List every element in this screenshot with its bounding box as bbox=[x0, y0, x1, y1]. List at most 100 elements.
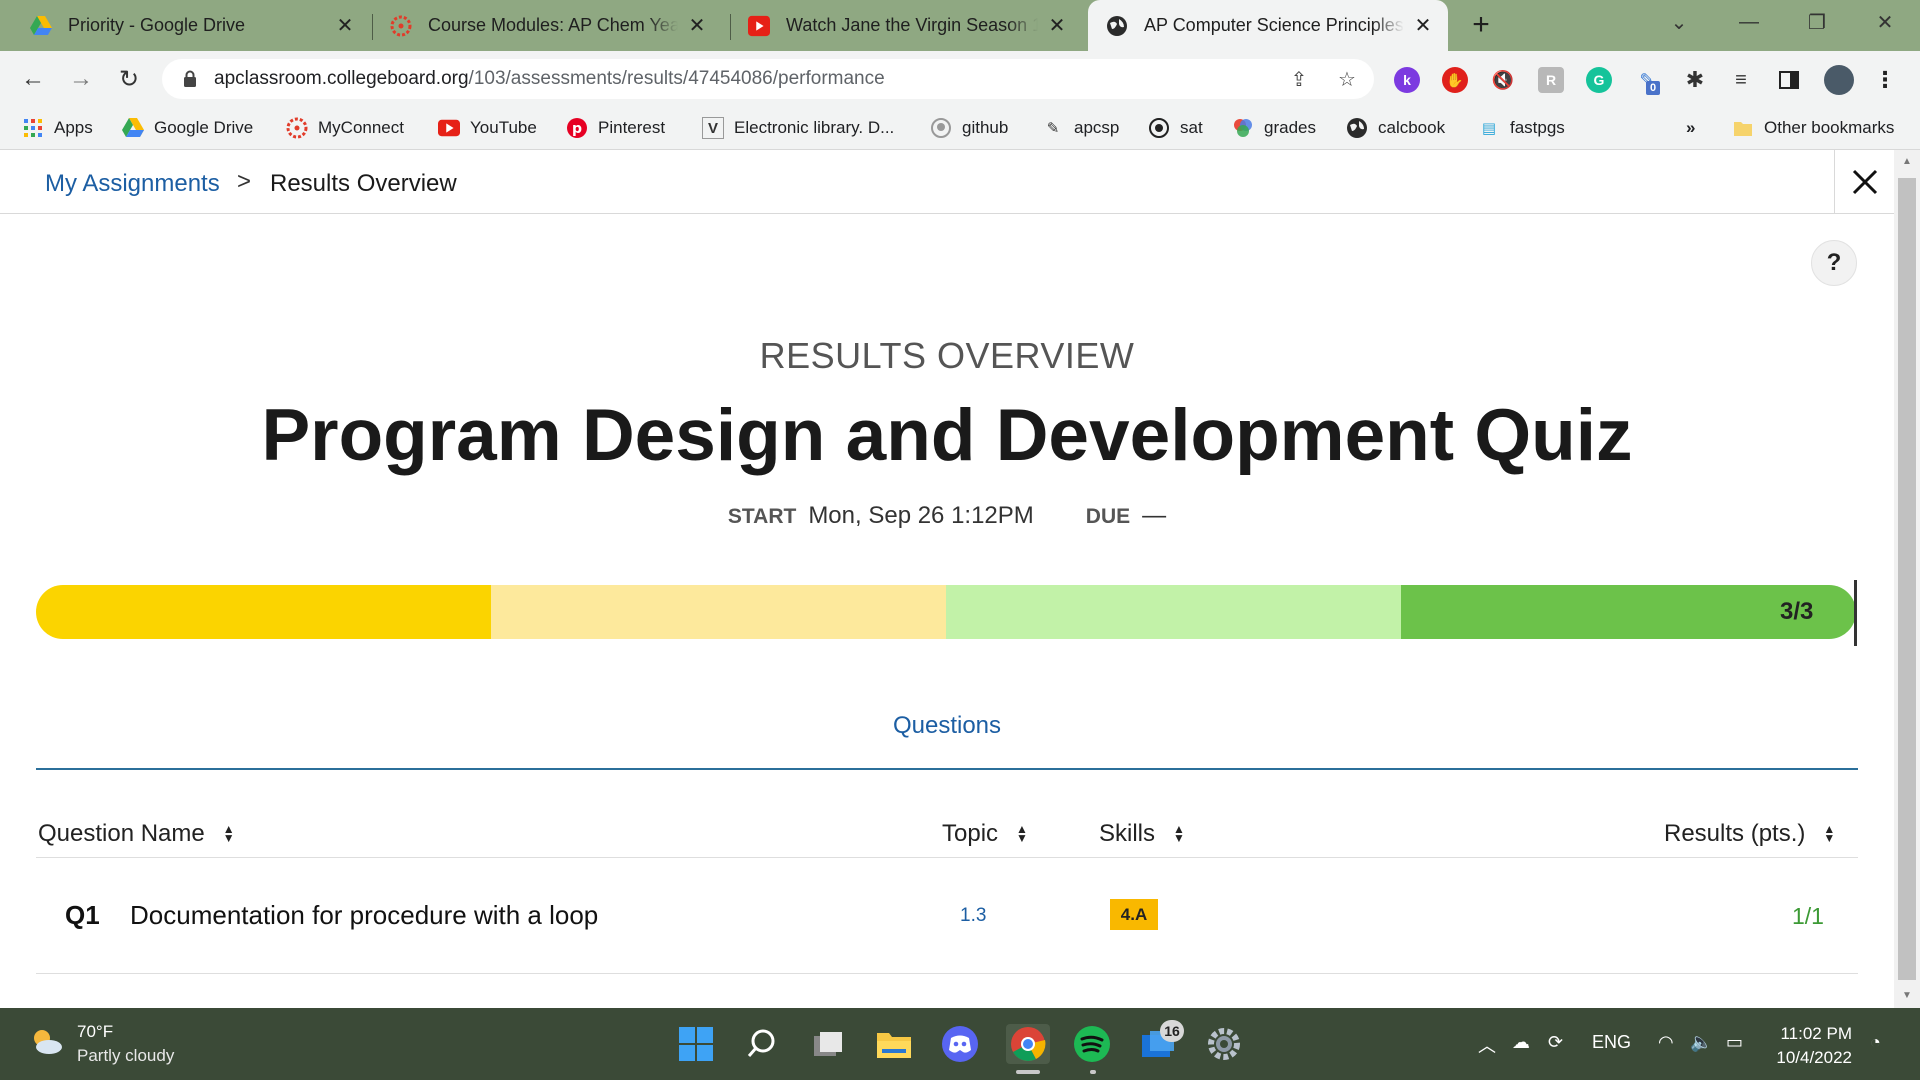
tab-ap-chem[interactable]: Course Modules: AP Chem Yearlong ✕ bbox=[360, 0, 722, 51]
bookmark-youtube[interactable]: YouTube bbox=[438, 115, 537, 141]
svg-text:p: p bbox=[572, 121, 582, 137]
sync-icon[interactable]: ⟳ bbox=[1548, 1032, 1563, 1053]
rewind-extension-icon[interactable]: R bbox=[1538, 67, 1564, 93]
clock-time: 11:02 PM bbox=[1780, 1024, 1852, 1043]
file-explorer-icon[interactable] bbox=[874, 1024, 914, 1064]
battery-icon[interactable]: ▭ bbox=[1726, 1032, 1743, 1053]
system-clock[interactable]: 11:02 PM 10/4/2022 bbox=[1770, 1022, 1852, 1070]
scroll-up-icon[interactable]: ▲ bbox=[1894, 156, 1920, 167]
spotify-icon[interactable] bbox=[1072, 1024, 1112, 1064]
sort-icon[interactable]: ▲ ▼ bbox=[223, 823, 235, 844]
column-header-topic[interactable]: Topic ▲ ▼ bbox=[942, 820, 1028, 848]
tray-overflow-icon[interactable]: ︿ bbox=[1478, 1032, 1496, 1058]
column-header-question-name[interactable]: Question Name ▲ ▼ bbox=[38, 820, 235, 848]
task-view-icon[interactable] bbox=[808, 1024, 848, 1064]
bookmark-label: fastpgs bbox=[1510, 118, 1565, 137]
discord-icon[interactable] bbox=[940, 1024, 980, 1064]
bookmark-apps[interactable]: Apps bbox=[22, 115, 93, 141]
sort-icon[interactable]: ▲ ▼ bbox=[1173, 823, 1185, 844]
chrome-icon[interactable] bbox=[1006, 1024, 1050, 1064]
sort-icon[interactable]: ▲ ▼ bbox=[1016, 823, 1028, 844]
settings-gear-icon[interactable] bbox=[1204, 1024, 1244, 1064]
back-arrow-icon[interactable]: ← bbox=[16, 62, 50, 96]
github-icon bbox=[930, 117, 952, 139]
page-scrollbar[interactable]: ▲ ▼ bbox=[1894, 150, 1920, 1008]
column-header-skills[interactable]: Skills ▲ ▼ bbox=[1099, 820, 1185, 848]
bookmark-github[interactable]: github bbox=[930, 115, 1008, 141]
windows-taskbar: 70°F Partly cloudy 16 ︿ ☁ ⟳ ENG ◠ 🔈 ▭ 11… bbox=[0, 1008, 1920, 1080]
mute-tab-extension-icon[interactable]: 🔇 bbox=[1490, 67, 1516, 93]
breadcrumb: My Assignments > Results Overview bbox=[0, 150, 1894, 214]
column-header-results[interactable]: Results (pts.) ▲ ▼ bbox=[1664, 820, 1835, 848]
reading-list-icon[interactable]: ≡ bbox=[1728, 67, 1754, 93]
help-button[interactable]: ? bbox=[1811, 240, 1857, 286]
tab-jane-the-virgin[interactable]: Watch Jane the Virgin Season 1 Episode ✕ bbox=[718, 0, 1082, 51]
bookmark-label: MyConnect bbox=[318, 118, 404, 137]
kami-extension-icon[interactable]: k bbox=[1394, 67, 1420, 93]
onedrive-cloud-icon[interactable]: ☁ bbox=[1512, 1032, 1530, 1053]
volume-icon[interactable]: 🔈 bbox=[1690, 1032, 1712, 1053]
weather-temperature[interactable]: 70°F bbox=[77, 1022, 113, 1042]
extensions-puzzle-icon[interactable]: ✱ bbox=[1682, 67, 1708, 93]
scroll-down-icon[interactable]: ▼ bbox=[1894, 990, 1920, 1001]
lock-icon[interactable] bbox=[180, 69, 200, 89]
close-tab-icon[interactable]: ✕ bbox=[334, 15, 356, 37]
bookmark-electronic-library[interactable]: V Electronic library. D... bbox=[702, 115, 894, 141]
google-drive-icon bbox=[122, 117, 144, 139]
library-icon: V bbox=[702, 117, 724, 139]
folder-icon bbox=[1732, 117, 1754, 139]
close-icon bbox=[1852, 169, 1877, 195]
side-panel-icon[interactable] bbox=[1776, 67, 1802, 93]
bookmark-grades[interactable]: grades bbox=[1232, 115, 1316, 141]
profile-avatar[interactable] bbox=[1824, 65, 1854, 95]
cite-extension-icon[interactable]: ✎ 0 bbox=[1634, 67, 1660, 95]
close-button[interactable] bbox=[1834, 150, 1894, 214]
minimize-button[interactable]: — bbox=[1714, 0, 1784, 45]
forward-arrow-icon[interactable]: → bbox=[64, 62, 98, 96]
bookmark-calcbook[interactable]: calcbook bbox=[1346, 115, 1445, 141]
question-topic-link[interactable]: 1.3 bbox=[960, 905, 986, 927]
bookmark-myconnect[interactable]: MyConnect bbox=[286, 115, 404, 141]
bookmarks-overflow-button[interactable]: » bbox=[1686, 115, 1695, 141]
bookmark-apcsp[interactable]: ✎ apcsp bbox=[1042, 115, 1120, 141]
clock-date: 10/4/2022 bbox=[1776, 1048, 1852, 1067]
tab-google-drive[interactable]: Priority - Google Drive ✕ bbox=[0, 0, 370, 51]
address-bar[interactable]: apclassroom.collegeboard.org/103/assessm… bbox=[162, 59, 1374, 99]
bookmark-star-icon[interactable]: ☆ bbox=[1336, 68, 1358, 91]
scrollbar-thumb[interactable] bbox=[1898, 178, 1916, 980]
google-drive-icon bbox=[30, 15, 52, 37]
grammarly-extension-icon[interactable]: G bbox=[1586, 67, 1612, 93]
question-name[interactable]: Documentation for procedure with a loop bbox=[130, 900, 598, 931]
question-id: Q1 bbox=[65, 900, 100, 930]
column-label: Results (pts.) bbox=[1664, 820, 1806, 847]
close-tab-icon[interactable]: ✕ bbox=[1412, 15, 1434, 37]
chrome-menu-icon[interactable]: ⋮ bbox=[1872, 67, 1898, 93]
adblock-extension-icon[interactable]: ✋ bbox=[1442, 67, 1468, 93]
sort-icon[interactable]: ▲ ▼ bbox=[1823, 823, 1835, 844]
bookmark-sat[interactable]: sat bbox=[1148, 115, 1203, 141]
partly-cloudy-icon[interactable] bbox=[28, 1026, 64, 1056]
search-icon[interactable] bbox=[742, 1024, 782, 1064]
reload-icon[interactable]: ↻ bbox=[112, 62, 146, 96]
bookmark-label: Pinterest bbox=[598, 118, 666, 137]
other-bookmarks[interactable]: Other bookmarks bbox=[1732, 115, 1894, 141]
tab-search-icon[interactable]: ⌄ bbox=[1644, 0, 1714, 45]
windows-start-icon[interactable] bbox=[676, 1024, 716, 1064]
notifications-icon[interactable]: ◔ bbox=[1870, 1032, 1881, 1053]
tab-ap-csp-results[interactable]: AP Computer Science Principles Results ✕ bbox=[1088, 0, 1448, 51]
close-tab-icon[interactable]: ✕ bbox=[1046, 15, 1068, 37]
bookmark-label: grades bbox=[1264, 118, 1316, 137]
bookmark-google-drive[interactable]: Google Drive bbox=[122, 115, 253, 141]
new-tab-button[interactable]: + bbox=[1466, 10, 1496, 40]
breadcrumb-my-assignments-link[interactable]: My Assignments bbox=[45, 170, 220, 198]
wifi-icon[interactable]: ◠ bbox=[1658, 1032, 1674, 1053]
restore-button[interactable]: ❐ bbox=[1782, 0, 1852, 45]
tab-questions[interactable]: Questions bbox=[0, 712, 1894, 740]
bookmark-fastpgs[interactable]: ▤ fastpgs bbox=[1478, 115, 1565, 141]
language-indicator[interactable]: ENG bbox=[1592, 1032, 1631, 1053]
bookmark-pinterest[interactable]: p Pinterest bbox=[566, 115, 665, 141]
share-icon[interactable]: ⇪ bbox=[1288, 68, 1310, 91]
weather-description[interactable]: Partly cloudy bbox=[77, 1046, 174, 1066]
close-tab-icon[interactable]: ✕ bbox=[686, 15, 708, 37]
window-close-button[interactable]: ✕ bbox=[1850, 0, 1920, 45]
